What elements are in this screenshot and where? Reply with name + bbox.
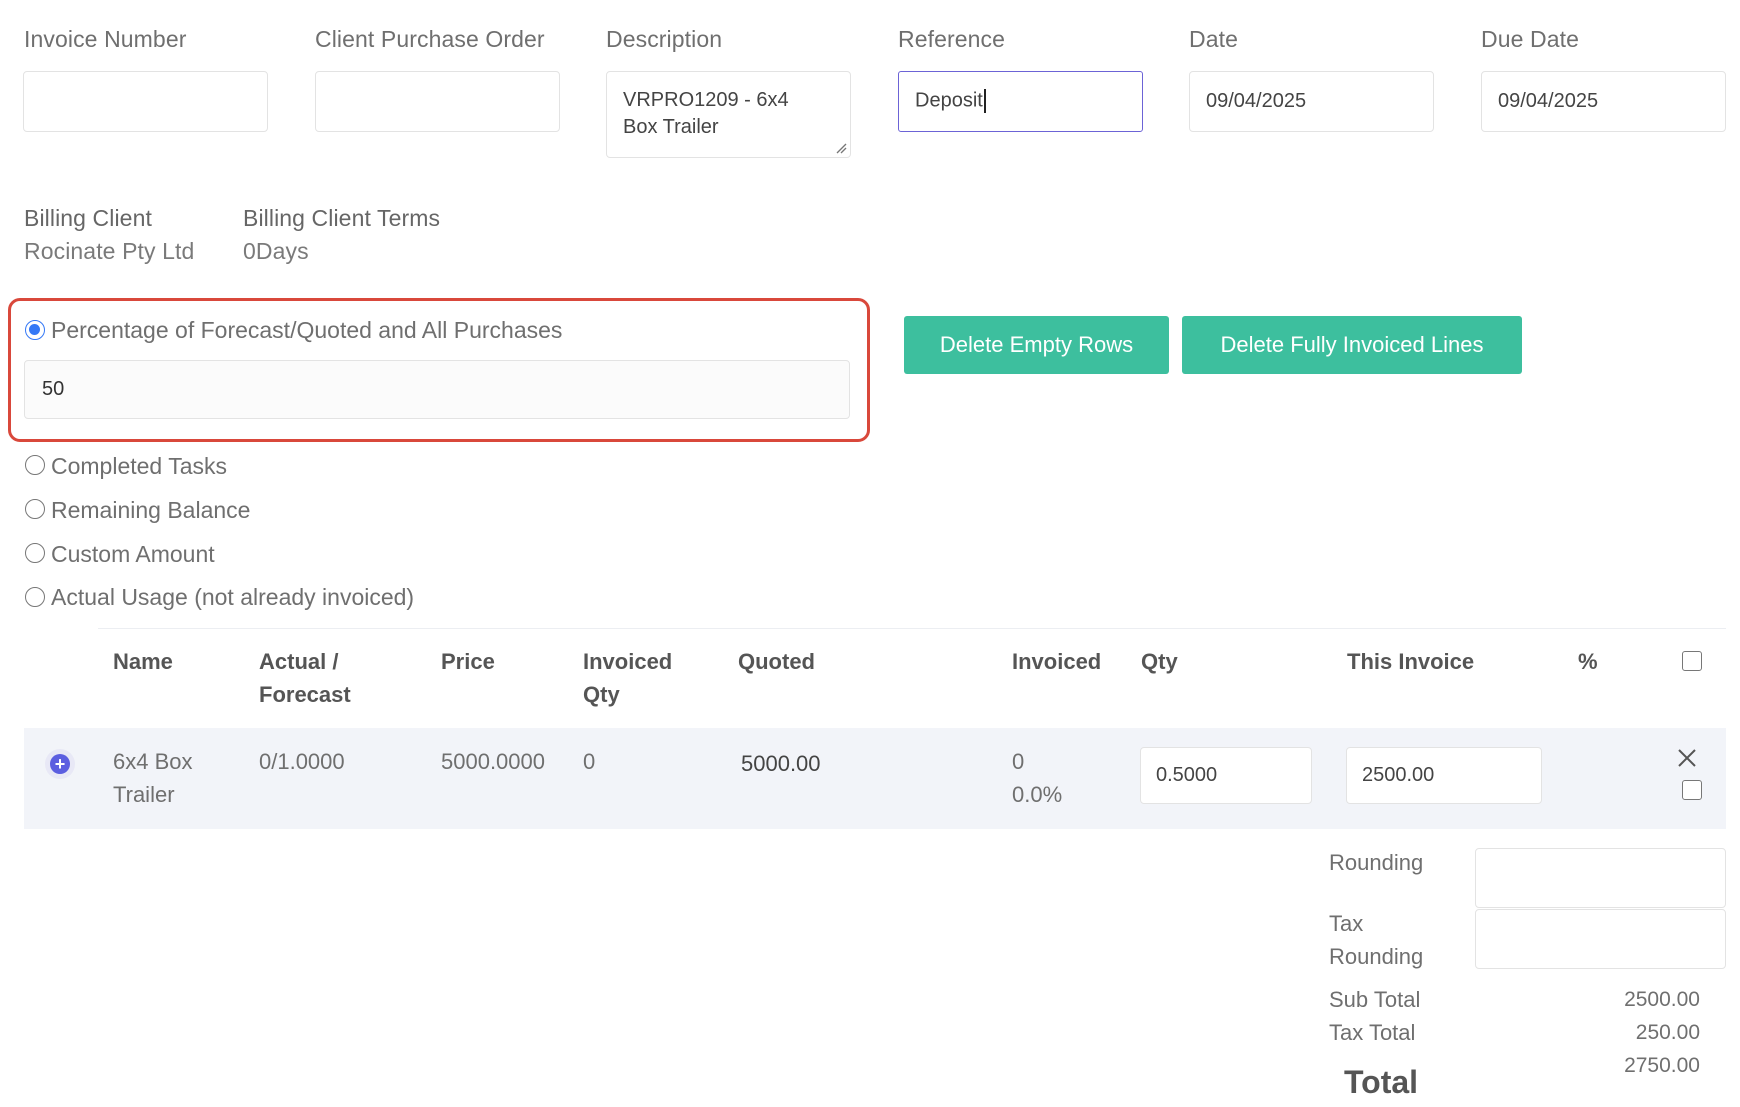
row-invoiced-qty: 0 — [583, 749, 596, 774]
radio-actual-usage-label[interactable]: Actual Usage (not already invoiced) — [51, 584, 414, 611]
reference-input[interactable]: Deposit — [898, 71, 1143, 132]
col-header-this-invoice: This Invoice — [1347, 649, 1475, 674]
row-this-invoice-value: 2500.00 — [1362, 764, 1435, 786]
radio-actual-usage[interactable] — [25, 587, 45, 607]
row-quoted: 5000.00 — [741, 751, 821, 776]
tax-rounding-label-1: Tax — [1329, 911, 1364, 936]
description-line-1: VRPRO1209 - 6x4 — [623, 89, 789, 111]
description-line-2: Box Trailer — [623, 116, 719, 138]
table-top-divider — [98, 628, 1726, 629]
percentage-input[interactable]: 50 — [24, 360, 850, 419]
due-date-value: 09/04/2025 — [1498, 90, 1599, 112]
col-header-invoiced-qty-2: Qty — [583, 682, 620, 707]
row-invoiced-percent: 0.0% — [1012, 782, 1063, 807]
row-price: 5000.0000 — [441, 749, 545, 774]
delete-fully-invoiced-button[interactable]: Delete Fully Invoiced Lines — [1182, 316, 1522, 374]
col-header-invoiced-qty-1: Invoiced — [583, 649, 673, 674]
billing-client-value: Rocinate Pty Ltd — [24, 238, 195, 264]
radio-completed-tasks-label[interactable]: Completed Tasks — [51, 453, 227, 480]
invoice-number-input[interactable] — [23, 71, 268, 132]
col-header-invoiced: Invoiced — [1012, 649, 1102, 674]
billing-terms-value: 0Days — [243, 238, 309, 264]
row-name-line-1: 6x4 Box — [113, 749, 193, 774]
description-textarea[interactable]: VRPRO1209 - 6x4 Box Trailer — [606, 71, 851, 158]
text-cursor — [983, 89, 986, 113]
rounding-label: Rounding — [1329, 850, 1424, 875]
radio-remaining-balance[interactable] — [25, 499, 45, 519]
tax-total-value: 250.00 — [1635, 1021, 1700, 1044]
reference-value: Deposit — [915, 89, 983, 112]
col-header-percent: % — [1578, 649, 1598, 674]
radio-custom-amount[interactable] — [25, 543, 45, 563]
col-header-quoted: Quoted — [738, 649, 815, 674]
radio-percentage[interactable] — [25, 320, 45, 340]
plus-circle-icon[interactable]: + — [45, 749, 75, 779]
due-date-input[interactable]: 09/04/2025 — [1481, 71, 1726, 132]
client-po-label: Client Purchase Order — [315, 26, 545, 52]
table-row: + 6x4 Box Trailer 0/1.0000 5000.0000 0 5… — [24, 728, 1726, 829]
row-this-invoice-input[interactable]: 2500.00 — [1346, 747, 1542, 804]
tax-total-label: Tax Total — [1329, 1020, 1416, 1045]
description-label: Description — [606, 26, 723, 52]
percentage-value: 50 — [42, 378, 65, 400]
tax-rounding-input[interactable] — [1475, 909, 1726, 969]
invoice-number-label: Invoice Number — [24, 26, 187, 52]
billing-terms-label: Billing Client Terms — [243, 205, 441, 231]
radio-remaining-balance-label[interactable]: Remaining Balance — [51, 497, 250, 524]
total-label: Total — [1344, 1064, 1419, 1100]
row-select-checkbox[interactable] — [1682, 780, 1702, 800]
radio-completed-tasks[interactable] — [25, 455, 45, 475]
sub-total-label: Sub Total — [1329, 987, 1421, 1012]
date-value: 09/04/2025 — [1206, 90, 1307, 112]
row-qty-input[interactable]: 0.5000 — [1140, 747, 1312, 804]
col-header-actual-forecast-1: Actual / — [259, 649, 339, 674]
close-icon[interactable] — [1676, 747, 1698, 769]
reference-value-wrap: Deposit — [915, 89, 986, 113]
reference-label: Reference — [898, 26, 1006, 52]
total-value: 2750.00 — [1624, 1054, 1700, 1077]
col-header-actual-forecast-2: Forecast — [259, 682, 351, 707]
rounding-input[interactable] — [1475, 848, 1726, 908]
date-input[interactable]: 09/04/2025 — [1189, 71, 1434, 132]
resize-handle-icon[interactable] — [835, 142, 847, 154]
due-date-label: Due Date — [1481, 26, 1579, 52]
col-header-name: Name — [113, 649, 173, 674]
radio-percentage-label[interactable]: Percentage of Forecast/Quoted and All Pu… — [51, 317, 562, 344]
row-name-line-2: Trailer — [113, 782, 175, 807]
radio-custom-amount-label[interactable]: Custom Amount — [51, 541, 215, 568]
tax-rounding-label-2: Rounding — [1329, 944, 1424, 969]
col-header-price: Price — [441, 649, 495, 674]
select-all-checkbox[interactable] — [1682, 651, 1702, 671]
date-label: Date — [1189, 26, 1238, 52]
billing-client-label: Billing Client — [24, 205, 152, 231]
delete-empty-rows-button[interactable]: Delete Empty Rows — [904, 316, 1169, 374]
row-invoiced-amount: 0 — [1012, 749, 1025, 774]
sub-total-value: 2500.00 — [1624, 988, 1700, 1011]
client-po-input[interactable] — [315, 71, 560, 132]
row-actual-forecast: 0/1.0000 — [259, 749, 345, 774]
row-qty-value: 0.5000 — [1156, 764, 1218, 786]
col-header-qty: Qty — [1141, 649, 1178, 674]
